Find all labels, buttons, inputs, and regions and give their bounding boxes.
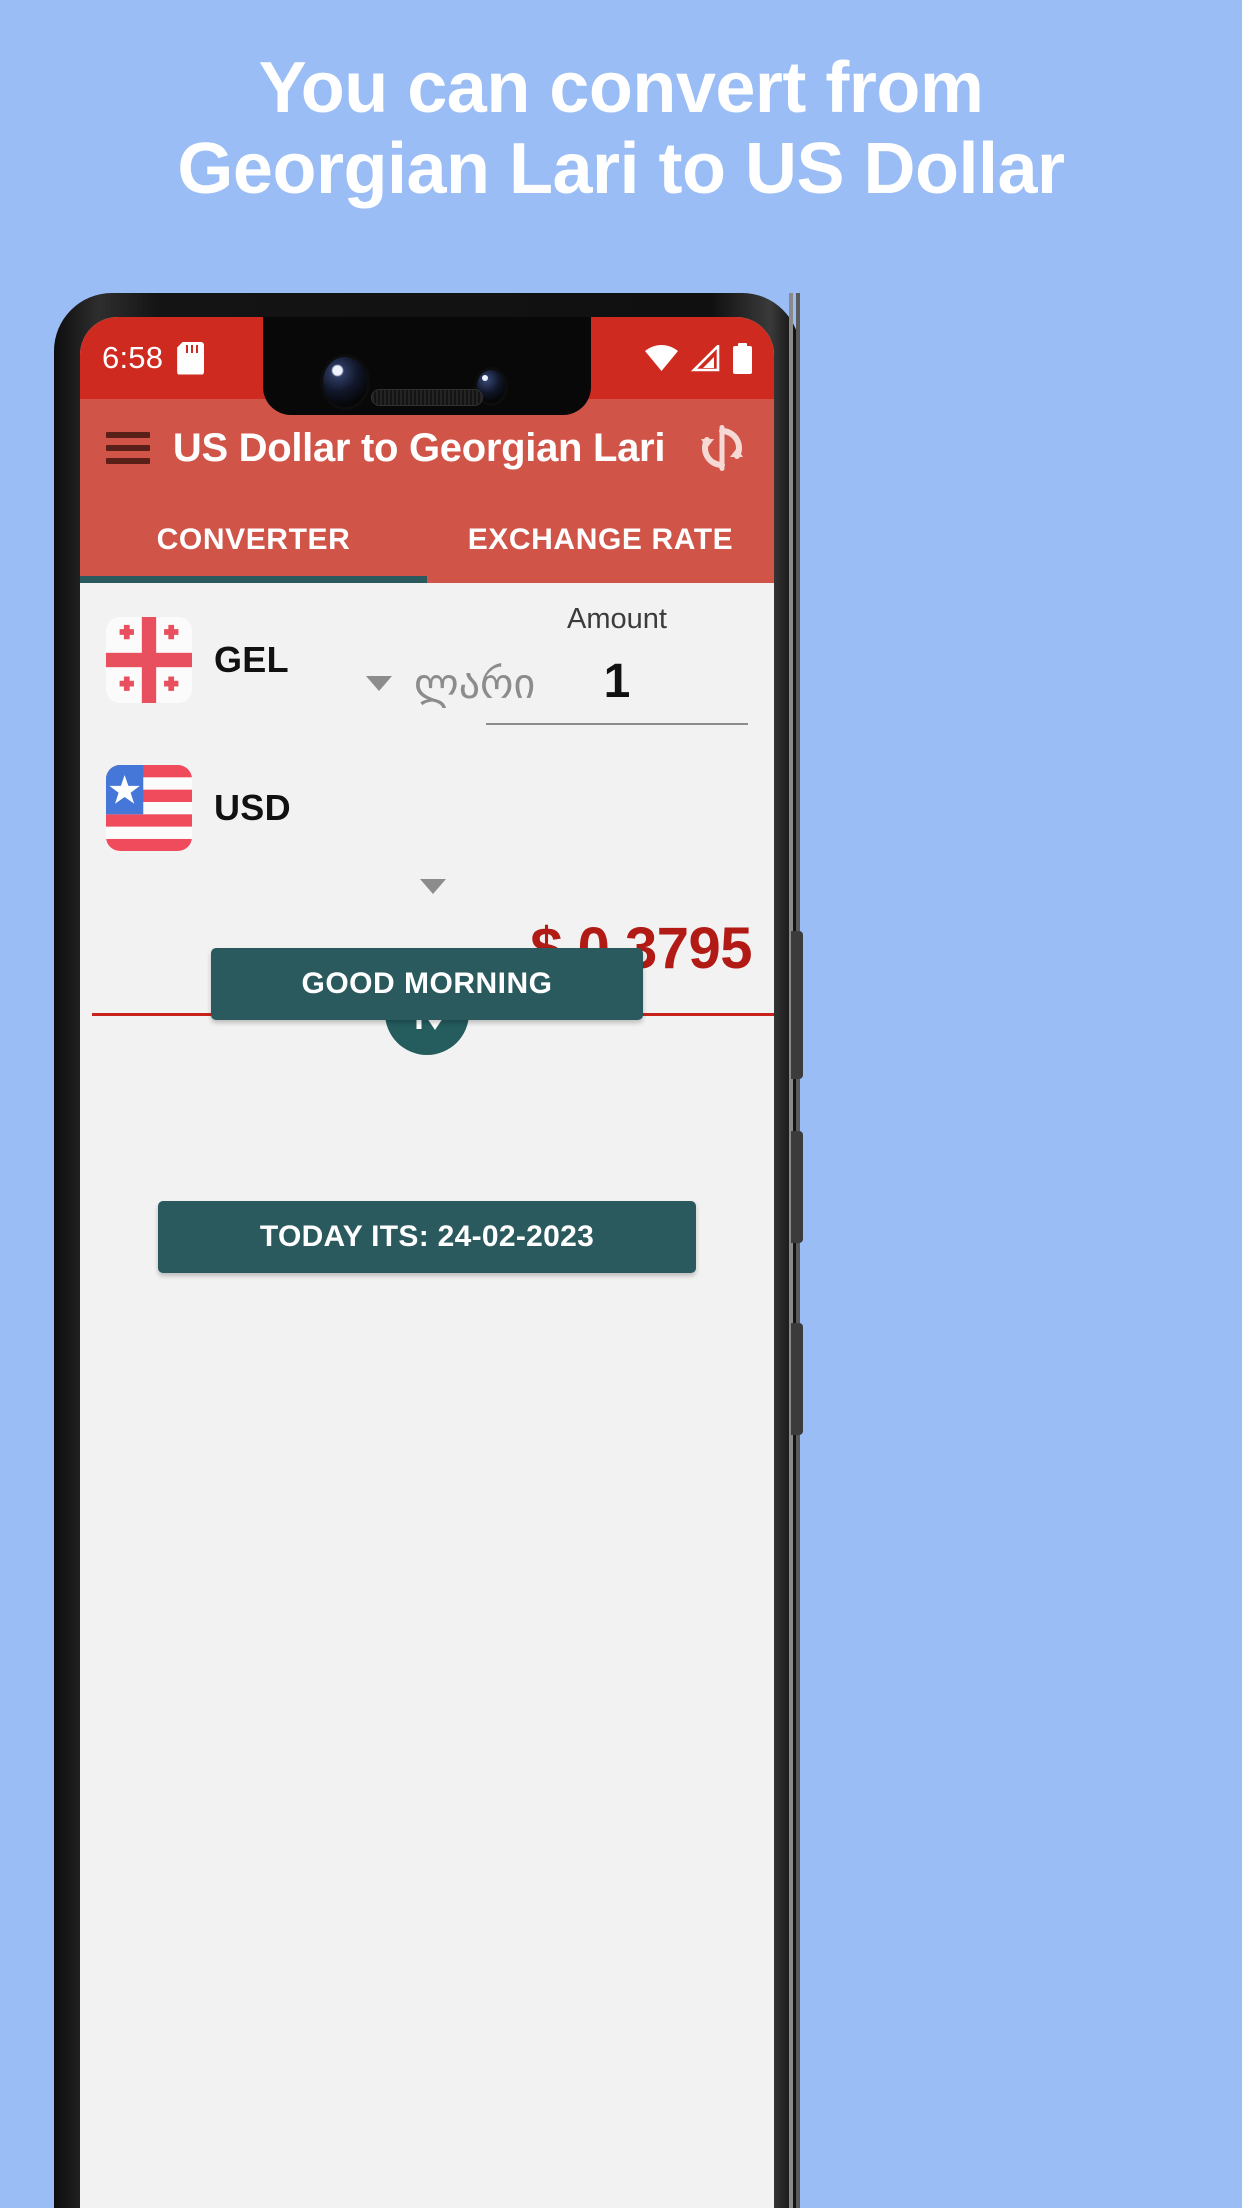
tab-active-indicator — [80, 576, 427, 583]
volume-down-button[interactable] — [791, 1323, 803, 1435]
front-camera-icon — [323, 357, 367, 407]
from-currency-row: GEL ლარი Amount 1 — [80, 583, 774, 725]
status-time: 6:58 — [102, 340, 164, 375]
signal-icon — [690, 342, 720, 372]
phone-edge-highlight — [789, 293, 793, 2208]
to-currency-chevron-down-icon[interactable] — [420, 879, 446, 894]
battery-icon — [733, 342, 752, 374]
from-currency-code: GEL — [214, 639, 289, 680]
earpiece-speaker — [371, 389, 483, 406]
greeting-button[interactable]: GOOD MORNING — [211, 948, 643, 1020]
tab-bar: CONVERTER EXCHANGE RATE — [80, 497, 774, 583]
phone-edge-shadow — [796, 293, 800, 2208]
refresh-icon[interactable] — [696, 422, 748, 474]
page-title: US Dollar to Georgian Lari — [172, 425, 666, 470]
status-bar-left: 6:58 — [102, 340, 204, 376]
usa-flag-icon — [106, 765, 192, 851]
to-currency-code: USD — [214, 787, 291, 828]
converter-panel: GEL ლარი Amount 1 USD 0.3795 GOOD MORNIN… — [80, 583, 774, 2208]
tab-exchange-rate[interactable]: EXCHANGE RATE — [427, 497, 774, 583]
georgia-flag-icon — [106, 617, 192, 703]
status-bar-right — [645, 342, 752, 374]
promo-line-2: Georgian Lari to US Dollar — [177, 128, 1065, 209]
tab-converter[interactable]: CONVERTER — [80, 497, 427, 583]
camera-notch — [263, 317, 591, 415]
amount-label: Amount — [567, 603, 667, 635]
promo-line-1: You can convert from — [258, 48, 984, 128]
today-date-button[interactable]: TODAY ITS: 24-02-2023 — [158, 1201, 696, 1273]
volume-up-button[interactable] — [791, 1131, 803, 1243]
phone-device: 6:58 US Dollar to Georgian Lari CONVERTE… — [54, 293, 1204, 2208]
chevron-down-icon[interactable] — [366, 676, 392, 691]
phone-screen: 6:58 US Dollar to Georgian Lari CONVERTE… — [80, 317, 774, 2208]
sd-card-icon — [177, 342, 204, 375]
promo-heading: You can convert from Georgian Lari to US… — [0, 48, 1242, 209]
to-currency-row: USD $ 0.3795 — [80, 703, 774, 981]
wifi-icon — [645, 345, 678, 371]
power-button[interactable] — [791, 931, 803, 1079]
